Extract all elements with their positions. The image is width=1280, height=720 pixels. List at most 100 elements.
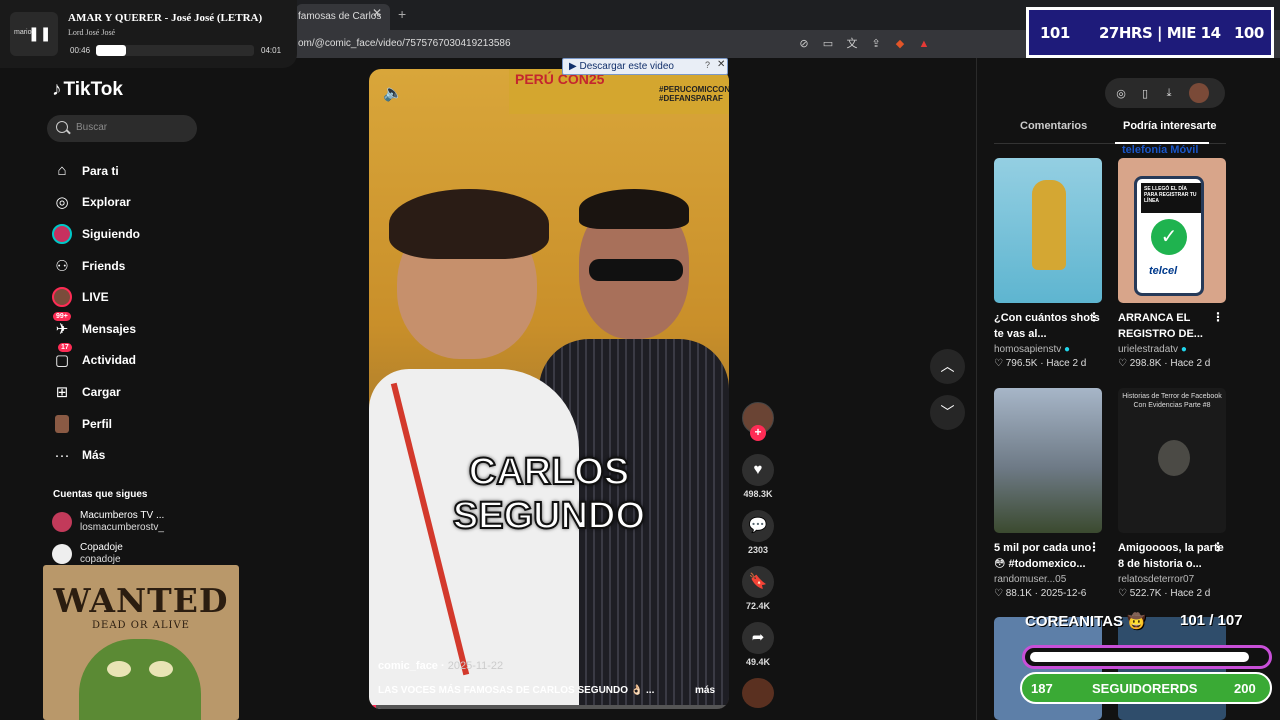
download-video-bar[interactable]: ▶ Descargar este video ? ✕ bbox=[562, 58, 728, 75]
thumbnail-brand: telcel bbox=[1149, 265, 1178, 277]
translate-icon[interactable]: 文 bbox=[844, 36, 860, 52]
tiktok-logo[interactable]: ♪ TikTok bbox=[52, 79, 123, 101]
comment-button[interactable]: 💬 2303 bbox=[739, 510, 777, 555]
volume-icon[interactable]: 🔈 bbox=[383, 83, 403, 103]
more-options-icon[interactable]: ⋮ bbox=[1088, 310, 1100, 324]
messages-badge: 99+ bbox=[53, 311, 71, 321]
player-progress-bar[interactable] bbox=[96, 45, 254, 56]
share-button[interactable]: ➦ 49.4K bbox=[739, 622, 777, 667]
close-icon[interactable]: ✕ bbox=[717, 59, 725, 70]
video-caption-line2: SEGUNDO bbox=[452, 494, 646, 538]
download-text: Descargar este video bbox=[579, 61, 674, 72]
sidebar-item-live[interactable]: LIVE bbox=[50, 281, 140, 313]
following-account[interactable]: Macumberos TV ... losmacumberostv_ bbox=[52, 510, 164, 534]
search-input[interactable]: Buscar bbox=[47, 115, 197, 142]
card-author[interactable]: randomuser...05 bbox=[994, 574, 1066, 585]
rewards-icon[interactable]: ▲ bbox=[916, 36, 932, 52]
card-author[interactable]: urielestradatv ● bbox=[1118, 344, 1187, 355]
download-icon[interactable]: ⤓ bbox=[1163, 87, 1175, 100]
like-button[interactable]: ♥ 498.3K bbox=[739, 454, 777, 499]
sidebar-item-actividad[interactable]: ▢ 17 Actividad bbox=[50, 343, 140, 377]
person-left bbox=[369, 189, 579, 709]
video-player[interactable]: PERÚ CON25 #PERUCOMICCON #DEFANSPARAF 🔈 … bbox=[369, 69, 729, 709]
video-progress-bar[interactable] bbox=[369, 705, 729, 709]
help-icon[interactable]: ? bbox=[705, 60, 710, 70]
card-date: 2025-12-6 bbox=[1040, 588, 1087, 599]
pause-icon[interactable]: ❚❚ bbox=[28, 25, 51, 42]
more-options-icon[interactable]: ⋮ bbox=[1088, 540, 1100, 554]
sidebar-item-mensajes[interactable]: ✈ 99+ Mensajes bbox=[50, 311, 140, 345]
panel-toolbar: ◎ ▯ ⤓ bbox=[1105, 78, 1225, 108]
avatar bbox=[52, 512, 72, 532]
more-options-icon[interactable]: ⋮ bbox=[1212, 540, 1224, 554]
save-button[interactable]: 🔖 72.4K bbox=[739, 566, 777, 611]
goal-title: COREANITAS 🤠 bbox=[1025, 613, 1146, 630]
recommended-card[interactable]: Historias de Terror de Facebook Con Evid… bbox=[1118, 388, 1226, 599]
song-artist: Lord José José bbox=[68, 28, 116, 37]
video-progress-fill bbox=[369, 705, 377, 709]
card-thumbnail[interactable]: SE LLEGÓ EL DÍA PARA REGISTRAR TU LÍNEA ✓… bbox=[1118, 144, 1226, 303]
thumbnail-overlay-text: Historias de Terror de Facebook Con Evid… bbox=[1122, 393, 1222, 409]
recommended-card[interactable]: 5 mil por cada uno 😳 #todomexico... ⋮ ra… bbox=[994, 388, 1102, 599]
toolbar-icons: ⊘ ▭ 文 ⇪ ◆ ▲ bbox=[796, 36, 932, 52]
sidebar-item-label: Perfil bbox=[82, 416, 113, 431]
stat-left: 101 bbox=[1040, 24, 1070, 42]
card-thumbnail[interactable]: Historias de Terror de Facebook Con Evid… bbox=[1118, 388, 1226, 533]
followers-goal-bar: 187 SEGUIDORERDS 200 bbox=[1020, 672, 1272, 704]
card-author[interactable]: relatosdeterror07 bbox=[1118, 574, 1194, 585]
heart-icon: ♥ bbox=[742, 454, 774, 486]
following-account[interactable]: Copadoje copadoje bbox=[52, 542, 123, 566]
goal-count: 101 / 107 bbox=[1180, 612, 1243, 629]
user-avatar[interactable] bbox=[1189, 83, 1209, 103]
card-author[interactable]: homosapienstv ● bbox=[994, 344, 1070, 355]
sidebar-item-label: Mensajes bbox=[82, 321, 137, 336]
sidebar-item-mas[interactable]: ··· Más bbox=[50, 439, 140, 471]
check-icon: ✓ bbox=[1151, 219, 1187, 255]
new-tab-icon[interactable]: + bbox=[398, 6, 406, 22]
wanted-poster: WANTED DEAD OR ALIVE bbox=[43, 565, 239, 720]
phone-icon[interactable]: ▯ bbox=[1139, 87, 1151, 100]
tab-close-icon[interactable]: ✕ bbox=[372, 6, 382, 20]
sidebar-item-cargar[interactable]: ⊞ Cargar bbox=[50, 376, 140, 408]
follow-plus-icon[interactable]: + bbox=[750, 425, 766, 441]
following-avatar-icon bbox=[50, 223, 74, 245]
cast-icon[interactable]: ▭ bbox=[820, 36, 836, 52]
card-thumbnail[interactable] bbox=[994, 388, 1102, 533]
compass-tool-icon[interactable]: ◎ bbox=[1115, 87, 1127, 100]
card-date: Hace 2 d bbox=[1170, 358, 1211, 369]
share-icon[interactable]: ⇪ bbox=[868, 36, 884, 52]
sidebar-item-para-ti[interactable]: ⌂ Para ti bbox=[50, 155, 140, 187]
sound-avatar[interactable] bbox=[742, 678, 774, 708]
goal-progress-fill bbox=[1030, 652, 1249, 662]
sidebar-item-siguiendo[interactable]: Siguiendo bbox=[50, 218, 140, 250]
sidebar-item-perfil[interactable]: Perfil bbox=[50, 408, 140, 440]
search-placeholder: Buscar bbox=[76, 122, 108, 133]
eye-off-icon[interactable]: ⊘ bbox=[796, 36, 812, 52]
compass-icon: ◎ bbox=[55, 194, 69, 212]
next-video-button[interactable]: ﹀ bbox=[930, 395, 965, 430]
verified-icon: ● bbox=[1180, 344, 1187, 355]
followers-label: SEGUIDORERDS bbox=[1092, 681, 1198, 696]
comment-count: 2303 bbox=[747, 545, 769, 555]
sidebar-item-label: Siguiendo bbox=[82, 226, 140, 241]
video-author[interactable]: comic_face · 2025-11-22 bbox=[378, 660, 503, 672]
tab-comentarios[interactable]: Comentarios bbox=[1020, 120, 1087, 132]
tab-podria-interesarte[interactable]: Podría interesarte bbox=[1123, 120, 1217, 132]
sidebar-item-explorar[interactable]: ◎ Explorar bbox=[50, 187, 140, 219]
sidebar-item-friends[interactable]: ⚇ Friends bbox=[50, 250, 140, 282]
card-likes: 522.7K bbox=[1129, 588, 1162, 599]
following-handle: losmacumberostv_ bbox=[80, 522, 164, 533]
more-button[interactable]: más bbox=[695, 685, 715, 696]
brave-shield-icon[interactable]: ◆ bbox=[892, 36, 908, 52]
card-thumbnail[interactable] bbox=[994, 158, 1102, 303]
more-options-icon[interactable]: ⋮ bbox=[1212, 310, 1224, 324]
sidebar-nav: ⌂ Para ti ◎ Explorar Siguiendo ⚇ Friends LI… bbox=[50, 155, 140, 471]
following-section-title: Cuentas que sigues bbox=[53, 489, 148, 500]
author-name[interactable]: comic_face bbox=[378, 660, 438, 672]
tiktok-note-icon: ♪ bbox=[52, 79, 62, 100]
recommended-card[interactable]: ¿Con cuántos shots te vas al... ⋮ homosa… bbox=[994, 158, 1102, 369]
url-text[interactable]: om/@comic_face/video/7575767030419213586 bbox=[298, 38, 511, 49]
recommended-card[interactable]: SE LLEGÓ EL DÍA PARA REGISTRAR TU LÍNEA ✓… bbox=[1118, 144, 1226, 369]
previous-video-button[interactable]: ︿ bbox=[930, 349, 965, 384]
download-label[interactable]: ▶ Descargar este video bbox=[569, 61, 674, 72]
